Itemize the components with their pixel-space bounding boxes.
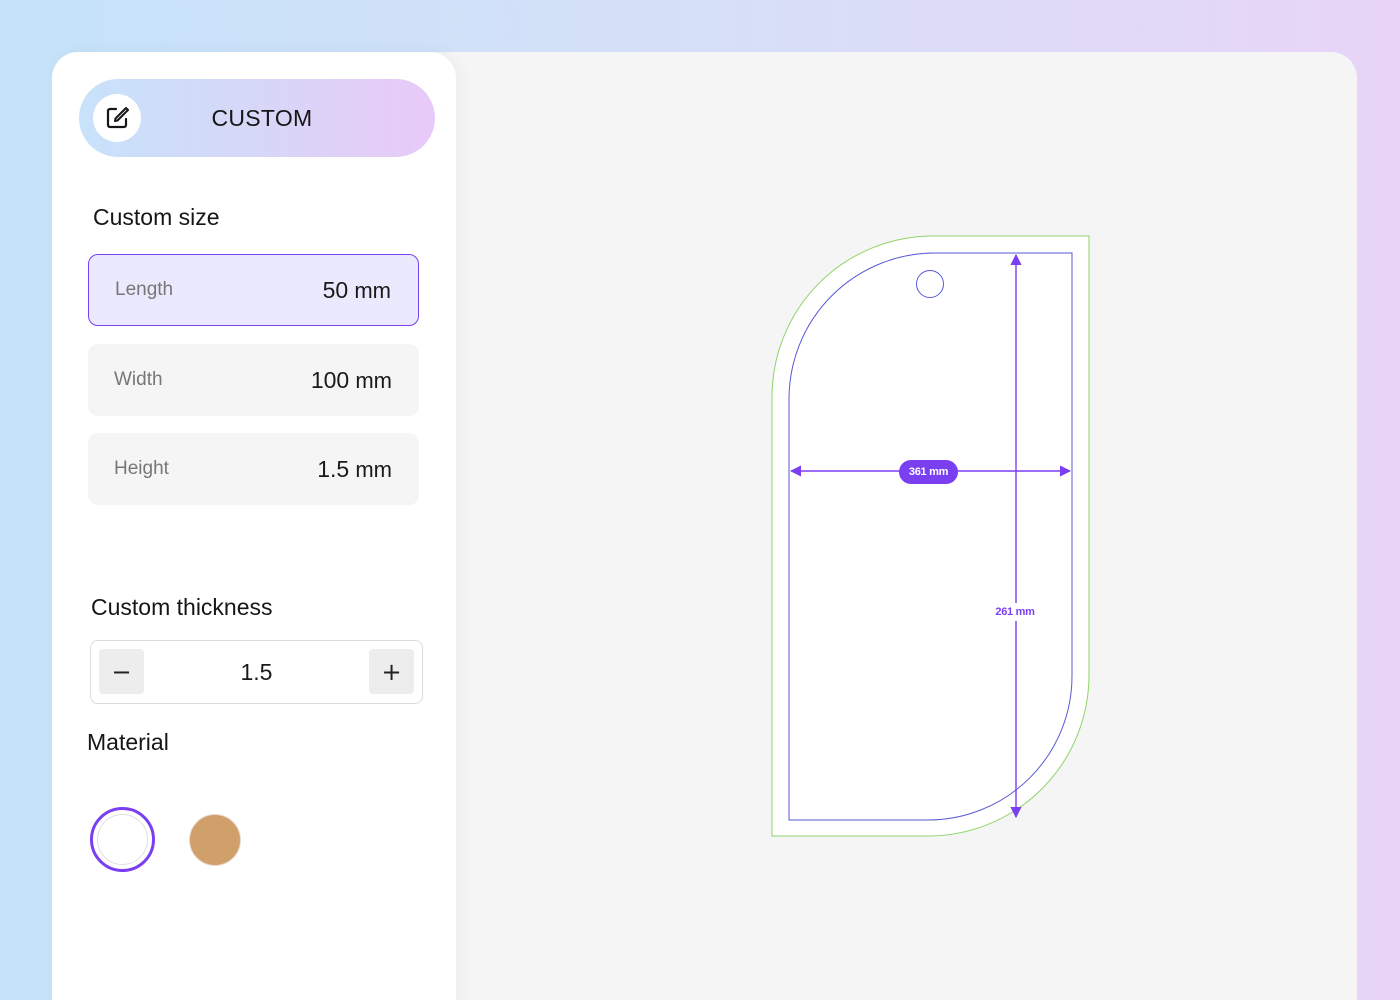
custom-thickness-title: Custom thickness xyxy=(91,594,273,620)
decrement-button[interactable]: − xyxy=(99,649,144,694)
length-label: Length xyxy=(115,279,174,300)
length-field[interactable]: Length 50 mm xyxy=(88,254,419,326)
increment-button[interactable]: + xyxy=(369,649,414,694)
material-title: Material xyxy=(87,729,169,755)
settings-sidebar: CUSTOM Custom size Length 50 mm Width 10… xyxy=(52,52,456,1000)
mode-label: CUSTOM xyxy=(211,104,313,131)
width-field[interactable]: Width 100 mm xyxy=(88,344,419,416)
thickness-stepper: − 1.5 + xyxy=(90,640,423,704)
custom-size-title: Custom size xyxy=(93,204,220,230)
custom-mode-button[interactable]: CUSTOM xyxy=(79,79,435,157)
material-swatch-wood[interactable] xyxy=(189,814,241,866)
height-field[interactable]: Height 1.5 mm xyxy=(88,433,419,505)
height-value: 1.5 mm xyxy=(317,455,392,482)
height-label: Height xyxy=(114,458,169,479)
length-value: 50 mm xyxy=(322,276,391,303)
material-swatch-white[interactable] xyxy=(90,807,155,872)
width-value: 100 mm xyxy=(310,366,392,393)
white-swatch-fill xyxy=(97,814,148,865)
width-label: Width xyxy=(114,369,163,390)
width-dimension-label: 361 mm xyxy=(899,460,958,484)
height-dimension-label: 261 mm xyxy=(985,603,1045,621)
thickness-value[interactable]: 1.5 xyxy=(151,641,362,703)
